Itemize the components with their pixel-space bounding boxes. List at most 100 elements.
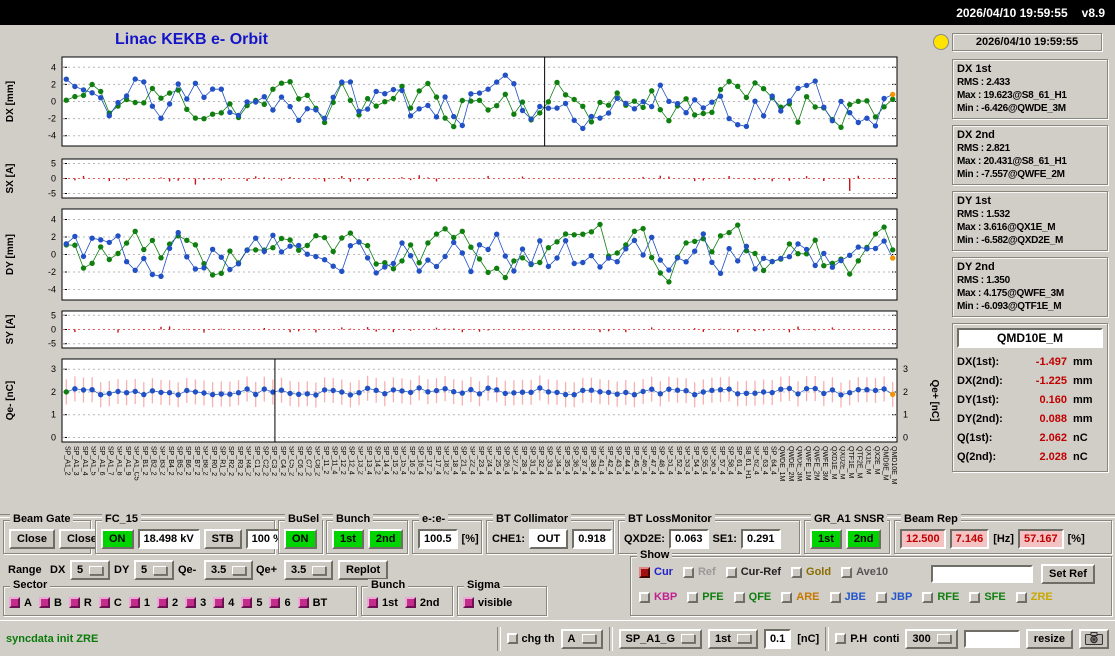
show-checkbox-jbp[interactable]: JBP: [876, 591, 912, 603]
sector-checkbox-c[interactable]: C: [99, 597, 122, 609]
fc15-stb-button[interactable]: STB: [204, 529, 242, 549]
bpm-label: SP_26_4: [501, 446, 510, 512]
option-menu-icon: [232, 566, 246, 575]
bunch-checkbox-1st[interactable]: 1st: [367, 597, 398, 609]
bpm-label: SP_A1_3: [71, 446, 80, 512]
show-checkbox-zre[interactable]: ZRE: [1016, 591, 1053, 603]
bpm-label: QWFE_2M: [811, 446, 820, 512]
bpm-label: QWDE_1M: [777, 446, 786, 512]
show-checkbox-qfe[interactable]: QFE: [734, 591, 772, 603]
show-checkbox-gold[interactable]: Gold: [791, 566, 831, 578]
show-checkbox-ref[interactable]: Ref: [683, 566, 716, 578]
checkbox-indicator: [791, 567, 802, 578]
fc15-on-button[interactable]: ON: [101, 529, 134, 549]
range-dy-select[interactable]: 5: [134, 560, 174, 580]
range-qe-minus-select[interactable]: 3.5: [204, 560, 253, 580]
option-menu-icon: [312, 566, 326, 575]
show-checkbox-rfe[interactable]: RFE: [922, 591, 959, 603]
che1-out-button[interactable]: OUT: [529, 529, 568, 549]
checkbox-label: 4: [228, 597, 234, 609]
snsr-1st-button[interactable]: 1st: [810, 529, 842, 549]
replot-button[interactable]: Replot: [338, 560, 388, 580]
snapshot-button[interactable]: [1079, 629, 1109, 649]
set-ref-button[interactable]: Set Ref: [1041, 564, 1095, 584]
sector-checkbox-r[interactable]: R: [69, 597, 92, 609]
resize-button[interactable]: resize: [1026, 629, 1073, 649]
bpm-label: SP_14_4: [381, 446, 390, 512]
show-checkbox-cur-ref[interactable]: Cur-Ref: [726, 566, 781, 578]
sector-checkbox-5[interactable]: 5: [241, 597, 262, 609]
bunch-1st-button[interactable]: 1st: [332, 529, 364, 549]
sector-items: ABRC123 456 BT: [9, 597, 327, 609]
bpm-label: QMD9E_M: [880, 446, 889, 512]
bunch-value: 1st: [715, 633, 731, 645]
bpm-label: SP_B2_2: [148, 446, 157, 512]
range-qe-plus-select[interactable]: 3.5: [284, 560, 333, 580]
show-checkbox-jbe[interactable]: JBE: [830, 591, 866, 603]
sector-checkbox-3[interactable]: 3: [185, 597, 206, 609]
sigma-checkbox-visible[interactable]: visible: [463, 597, 512, 609]
sector-checkbox-2[interactable]: 2: [157, 597, 178, 609]
chg-th-checkbox[interactable]: chg th: [507, 633, 555, 645]
monitor-row-unit: nC: [1073, 451, 1097, 463]
ee-ratio-group: e-:e- 100.5 [%]: [412, 520, 482, 554]
show-checkbox-are[interactable]: ARE: [781, 591, 819, 603]
sector-checkbox-bt[interactable]: BT: [298, 597, 328, 609]
show-checkbox-ave10[interactable]: Ave10: [841, 566, 888, 578]
snsr-2nd-button[interactable]: 2nd: [846, 529, 882, 549]
show-checkbox-sfe[interactable]: SFE: [969, 591, 1005, 603]
ee-ratio-title: e-:e-: [419, 513, 448, 526]
sector-checkbox-a[interactable]: A: [9, 597, 32, 609]
monitor-row-label: Q(2nd):: [957, 451, 1019, 463]
status-led-icon: [933, 34, 949, 50]
monitor-panel: QMD10E_M DX(1st):-1.497mmDX(2nd):-1.225m…: [952, 323, 1108, 472]
beam-gate-close1-button[interactable]: Close: [9, 529, 55, 549]
bpm-label: SP_22_4: [467, 446, 476, 512]
svg-text:-2: -2: [48, 114, 56, 124]
ph-checkbox[interactable]: P.H: [835, 633, 867, 645]
checkbox-label: RFE: [937, 591, 959, 603]
bunch-select[interactable]: 1st: [708, 629, 758, 649]
bpm-label: SP_R0_2: [208, 446, 217, 512]
stat-group-dx-2nd: DX 2ndRMS : 2.821Max : 20.431@S8_61_H1Mi…: [952, 125, 1108, 185]
svg-text:0: 0: [51, 250, 56, 260]
svg-text:2: 2: [51, 232, 56, 242]
sector-checkbox-6[interactable]: 6: [269, 597, 290, 609]
sector-checkbox-1[interactable]: 1: [129, 597, 150, 609]
status-bar: syncdata init ZRE chg th A SP_A1_G 1st 0…: [0, 620, 1115, 656]
threshold-field[interactable]: 0.1: [764, 629, 791, 649]
stat-line: Min : -7.557@QWFE_2M: [957, 169, 1103, 180]
monitor-row-value: 2.062: [1019, 432, 1073, 444]
show-checkbox-pfe[interactable]: PFE: [687, 591, 723, 603]
show-group: Show CurRefCur-RefGoldAve10 KBPPFEQFEARE…: [630, 556, 1112, 616]
count-select[interactable]: 300: [905, 629, 957, 649]
chart-q: Qe- [nC]33221100Qe+ [nC]: [0, 356, 948, 446]
stat-group-title: DY 1st: [957, 195, 1103, 207]
mode-select[interactable]: A: [561, 629, 603, 649]
bunch-2nd-button[interactable]: 2nd: [368, 529, 404, 549]
option-menu-icon: [89, 566, 103, 575]
bpm-label: SP_27_4: [510, 446, 519, 512]
range-dx-select[interactable]: 5: [70, 560, 110, 580]
bpm-label: SP_A1_5: [88, 446, 97, 512]
status-timestamp: 2026/04/10 19:59:55: [952, 33, 1102, 51]
extra-input[interactable]: [964, 630, 1020, 648]
busel-on-button[interactable]: ON: [284, 529, 317, 549]
bt-collimator-title: BT Collimator: [493, 513, 571, 526]
show-checkbox-cur[interactable]: Cur: [639, 566, 673, 578]
device-select[interactable]: SP_A1_G: [619, 629, 703, 649]
show-checkbox-kbp[interactable]: KBP: [639, 591, 677, 603]
bpm-label: SP_42_4: [604, 446, 613, 512]
stat-line: RMS : 2.821: [957, 143, 1103, 154]
sector-checkbox-b[interactable]: B: [39, 597, 62, 609]
monitor-row: Q(2nd):2.028nC: [957, 447, 1103, 466]
bpm-label: SP_15_2: [389, 446, 398, 512]
bpm-label: QXD1E_M: [828, 446, 837, 512]
bunch-checkbox-2nd[interactable]: 2nd: [405, 597, 440, 609]
ref-name-input[interactable]: [931, 565, 1033, 583]
checkbox-label: Cur: [654, 566, 673, 578]
conti-toggle[interactable]: conti: [873, 633, 899, 645]
sector-checkbox-4[interactable]: 4: [213, 597, 234, 609]
monitor-row-unit: nC: [1073, 432, 1097, 444]
option-menu-icon: [582, 634, 596, 643]
